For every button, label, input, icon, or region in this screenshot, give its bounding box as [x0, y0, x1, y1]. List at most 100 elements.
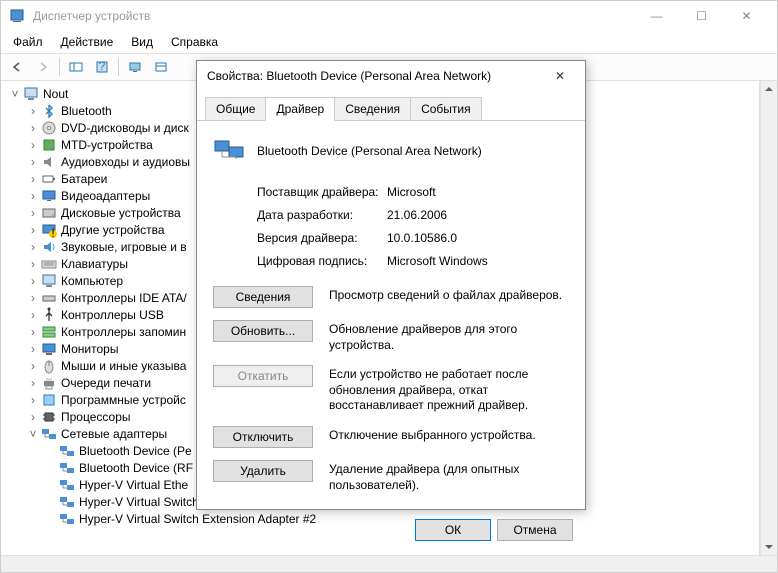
expand-icon[interactable]: › — [27, 224, 39, 236]
tree-category-label: Программные устройс — [61, 393, 186, 407]
tab-details[interactable]: Сведения — [334, 97, 411, 120]
menubar: Файл Действие Вид Справка — [1, 31, 777, 53]
category-icon — [41, 188, 57, 204]
network-adapter-icon — [59, 477, 75, 493]
category-icon — [41, 392, 57, 408]
category-icon — [41, 426, 57, 442]
rollback-driver-button: Откатить — [213, 365, 313, 387]
provider-label: Поставщик драйвера: — [257, 185, 387, 199]
menu-file[interactable]: Файл — [5, 33, 51, 51]
tree-category-label: Клавиатуры — [61, 257, 128, 271]
category-icon — [41, 375, 57, 391]
expand-icon[interactable]: › — [27, 156, 39, 168]
expand-icon[interactable]: › — [27, 190, 39, 202]
disable-device-button[interactable]: Отключить — [213, 426, 313, 448]
tree-device-label: Hyper-V Virtual Ethe — [79, 478, 188, 492]
driver-info: Поставщик драйвера: Microsoft Дата разра… — [257, 185, 569, 268]
network-adapter-icon — [59, 511, 75, 527]
forward-button[interactable] — [31, 55, 55, 79]
back-button[interactable] — [5, 55, 29, 79]
signer-value: Microsoft Windows — [387, 254, 488, 268]
window-title: Диспетчер устройств — [33, 9, 634, 23]
tree-category-label: Мониторы — [61, 342, 118, 356]
menu-view[interactable]: Вид — [123, 33, 161, 51]
collapse-icon[interactable]: ˅ — [9, 88, 21, 100]
properties-button[interactable] — [149, 55, 173, 79]
expand-icon[interactable]: › — [27, 343, 39, 355]
tree-category-label: DVD-дисководы и диск — [61, 121, 189, 135]
category-icon — [41, 171, 57, 187]
maximize-button[interactable]: ☐ — [679, 1, 724, 31]
tab-driver[interactable]: Драйвер — [265, 97, 335, 120]
menu-action[interactable]: Действие — [53, 33, 122, 51]
ok-button[interactable]: ОК — [415, 519, 491, 541]
scan-hardware-button[interactable] — [123, 55, 147, 79]
update-driver-desc: Обновление драйверов для этого устройств… — [329, 320, 569, 353]
help-button[interactable]: ? — [90, 55, 114, 79]
tree-category-label: Контроллеры USB — [61, 308, 164, 322]
dialog-close-button[interactable]: ✕ — [545, 61, 575, 91]
tree-spacer — [45, 513, 57, 525]
device-header: Bluetooth Device (Personal Area Network) — [213, 135, 569, 167]
close-button[interactable]: ✕ — [724, 1, 769, 31]
minimize-button[interactable]: — — [634, 1, 679, 31]
disable-device-desc: Отключение выбранного устройства. — [329, 426, 536, 444]
expand-icon[interactable]: › — [27, 275, 39, 287]
tree-category-label: Мыши и иные указыва — [61, 359, 186, 373]
expand-icon[interactable]: › — [27, 360, 39, 372]
tree-category-label: Процессоры — [61, 410, 131, 424]
category-icon — [41, 154, 57, 170]
provider-value: Microsoft — [387, 185, 436, 199]
show-hidden-button[interactable] — [64, 55, 88, 79]
category-icon — [41, 341, 57, 357]
category-icon — [41, 409, 57, 425]
vertical-scrollbar[interactable] — [760, 81, 777, 555]
tree-device-label: Bluetooth Device (Pe — [79, 444, 192, 458]
expand-icon[interactable]: › — [27, 207, 39, 219]
menu-help[interactable]: Справка — [163, 33, 226, 51]
expand-icon[interactable]: › — [27, 326, 39, 338]
horizontal-scrollbar[interactable] — [1, 555, 777, 572]
svg-text:?: ? — [99, 60, 106, 73]
tab-events[interactable]: События — [410, 97, 482, 120]
dialog-body: Bluetooth Device (Personal Area Network)… — [197, 121, 585, 519]
tree-spacer — [45, 479, 57, 491]
tree-spacer — [45, 496, 57, 508]
category-icon — [41, 324, 57, 340]
titlebar: Диспетчер устройств — ☐ ✕ — [1, 1, 777, 31]
uninstall-driver-desc: Удаление драйвера (для опытных пользоват… — [329, 460, 569, 493]
tab-general[interactable]: Общие — [205, 97, 266, 120]
tree-category-label: MTD-устройства — [61, 138, 153, 152]
category-icon — [41, 120, 57, 136]
date-label: Дата разработки: — [257, 208, 387, 222]
properties-dialog: Свойства: Bluetooth Device (Personal Are… — [196, 60, 586, 510]
app-icon — [9, 8, 25, 24]
expand-icon[interactable]: › — [27, 241, 39, 253]
expand-icon[interactable]: › — [27, 292, 39, 304]
expand-icon[interactable]: › — [27, 309, 39, 321]
update-driver-button[interactable]: Обновить... — [213, 320, 313, 342]
expand-icon[interactable]: › — [27, 258, 39, 270]
expand-icon[interactable]: › — [27, 173, 39, 185]
expand-icon[interactable]: › — [27, 105, 39, 117]
category-icon — [41, 358, 57, 374]
tree-spacer — [45, 462, 57, 474]
driver-details-button[interactable]: Сведения — [213, 286, 313, 308]
category-icon — [41, 205, 57, 221]
network-adapter-icon — [59, 443, 75, 459]
expand-icon[interactable]: › — [27, 394, 39, 406]
dialog-titlebar: Свойства: Bluetooth Device (Personal Are… — [197, 61, 585, 91]
cancel-button[interactable]: Отмена — [497, 519, 573, 541]
tree-category-label: Аудиовходы и аудиовы — [61, 155, 190, 169]
collapse-icon[interactable]: ˅ — [27, 428, 39, 440]
expand-icon[interactable]: › — [27, 122, 39, 134]
category-icon — [41, 290, 57, 306]
tree-category-label: Видеоадаптеры — [61, 189, 150, 203]
expand-icon[interactable]: › — [27, 411, 39, 423]
expand-icon[interactable]: › — [27, 377, 39, 389]
expand-icon[interactable]: › — [27, 139, 39, 151]
uninstall-driver-button[interactable]: Удалить — [213, 460, 313, 482]
tree-category-label: Дисковые устройства — [61, 206, 181, 220]
version-value: 10.0.10586.0 — [387, 231, 457, 245]
category-icon — [41, 103, 57, 119]
